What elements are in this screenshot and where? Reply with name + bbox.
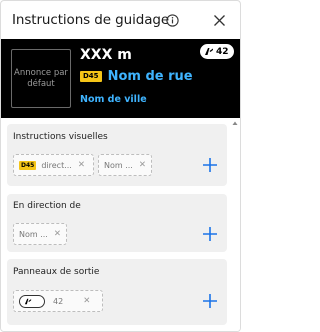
remove-chip-icon[interactable]: ✕ [83, 296, 90, 306]
add-exit-sign-button[interactable] [201, 292, 219, 310]
chip-list: Nom ... ✕ [13, 223, 67, 245]
chip-label: Nom ... [19, 229, 48, 239]
chip-destination[interactable]: Nom ... ✕ [13, 223, 67, 245]
remove-chip-icon[interactable]: ✕ [78, 160, 85, 170]
chip-road-shield: D45 [19, 160, 37, 170]
chip-direction[interactable]: D45 direct... ✕ [13, 154, 94, 176]
section-direction: En direction de Nom ... ✕ [7, 194, 227, 252]
chip-label: Nom ... [104, 160, 133, 170]
add-direction-button[interactable] [201, 225, 219, 243]
chip-list: D45 direct... ✕ Nom ... ✕ [13, 154, 152, 176]
exit-number: 42 [216, 46, 229, 57]
road-number-shield: D45 [80, 71, 102, 82]
chip-street-name[interactable]: Nom ... ✕ [98, 154, 152, 176]
default-announcement-sign: Annonce par défaut [11, 49, 71, 108]
exit-pill [19, 294, 45, 308]
scrollbar[interactable] [230, 118, 240, 331]
chip-label: direct... [41, 160, 72, 170]
panel-title: Instructions de guidage [12, 12, 170, 28]
guidance-panel: Instructions de guidage Annonce par défa… [0, 0, 241, 332]
section-label: Instructions visuelles [13, 132, 108, 142]
exit-icon [24, 298, 32, 304]
chip-label: 42 [53, 296, 64, 306]
exit-badge: 42 [200, 44, 234, 59]
scroll-up-arrow-icon[interactable] [232, 120, 238, 126]
exit-icon [205, 48, 213, 55]
chip-exit[interactable]: 42 ✕ [13, 290, 103, 312]
distance-label: XXX m [80, 47, 132, 63]
chip-list: 42 ✕ [13, 290, 103, 312]
section-label: En direction de [13, 201, 81, 211]
close-icon[interactable] [213, 14, 226, 27]
remove-chip-icon[interactable]: ✕ [54, 229, 61, 239]
guidance-preview: Annonce par défaut XXX m D45 Nom de rue … [1, 39, 240, 118]
city-name: Nom de ville [80, 94, 147, 105]
section-label: Panneaux de sortie [13, 267, 100, 277]
add-visual-instruction-button[interactable] [201, 156, 219, 174]
section-visual-instructions: Instructions visuelles D45 direct... ✕ N… [7, 124, 227, 186]
section-exit-signs: Panneaux de sortie 42 ✕ [7, 259, 227, 325]
remove-chip-icon[interactable]: ✕ [139, 160, 146, 170]
panel-header: Instructions de guidage [1, 1, 240, 39]
road-row: D45 Nom de rue [80, 69, 193, 84]
road-name: Nom de rue [107, 69, 193, 84]
info-icon[interactable] [166, 14, 179, 27]
